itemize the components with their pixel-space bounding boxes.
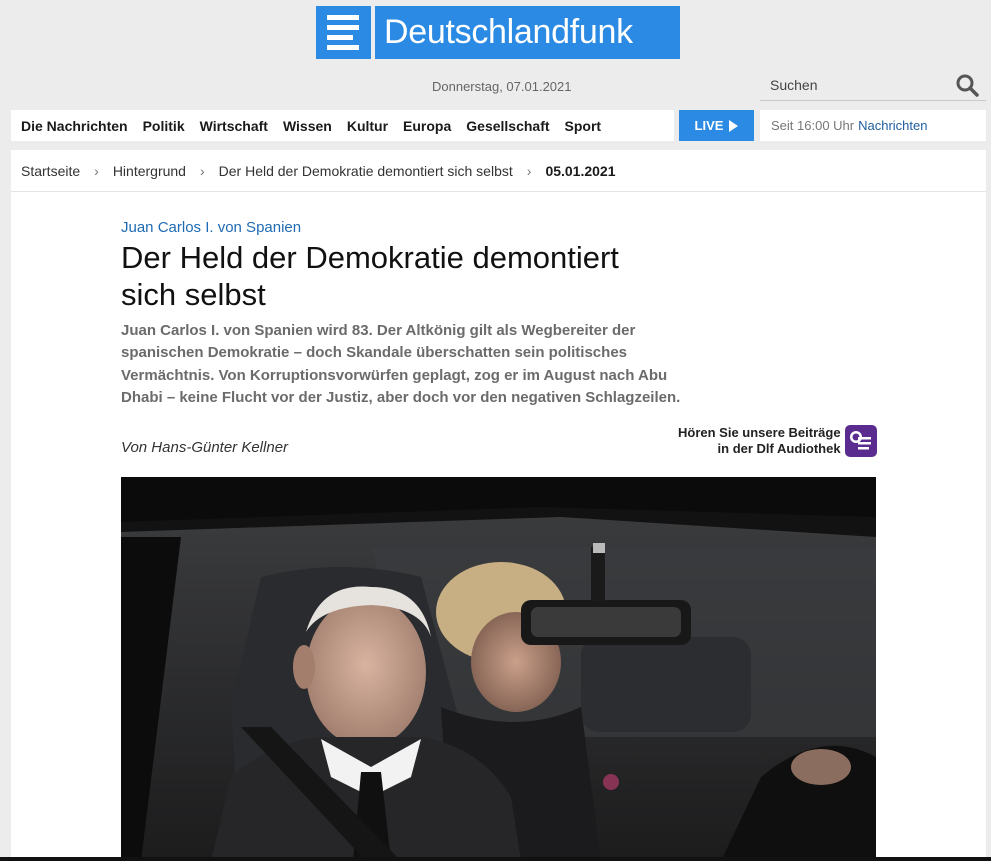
nav-item-gesellschaft[interactable]: Gesellschaft	[466, 118, 549, 134]
nav-item-nachrichten[interactable]: Die Nachrichten	[21, 118, 128, 134]
nav-item-sport[interactable]: Sport	[565, 118, 602, 134]
article-photo	[121, 477, 876, 861]
breadcrumb-item-startseite[interactable]: Startseite	[21, 163, 80, 179]
live-button[interactable]: LIVE	[679, 110, 754, 141]
nav-item-politik[interactable]: Politik	[143, 118, 185, 134]
article-photo-image	[121, 477, 876, 861]
audiothek-icon	[844, 425, 877, 457]
breadcrumb: Startseite › Hintergrund › Der Held der …	[11, 150, 986, 192]
live-program[interactable]: Nachrichten	[858, 118, 927, 133]
bottom-bar	[0, 857, 991, 861]
article-teaser: Juan Carlos I. von Spanien wird 83. Der …	[121, 322, 681, 406]
site-logo[interactable]: Deutschlandfunk	[316, 6, 680, 59]
audiothek-link[interactable]: Hören Sie unsere Beiträge in der Dlf Aud…	[678, 425, 877, 457]
search-box	[760, 70, 986, 101]
search-icon[interactable]	[954, 72, 980, 98]
breadcrumb-separator: ›	[526, 162, 532, 179]
live-label: LIVE	[694, 118, 724, 133]
article-author: Von Hans-Günter Kellner	[121, 439, 289, 456]
article-card: Startseite › Hintergrund › Der Held der …	[11, 150, 986, 861]
audiothek-line2: in der Dlf Audiothek	[717, 441, 841, 456]
breadcrumb-current-date: 05.01.2021	[545, 162, 616, 179]
current-date: Donnerstag, 07.01.2021	[432, 79, 572, 94]
breadcrumb-item-article[interactable]: Der Held der Demokratie demontiert sich …	[219, 163, 513, 179]
nav-item-wirtschaft[interactable]: Wirtschaft	[200, 118, 268, 134]
article-headline: Der Held der Demokratie demontiert sich …	[121, 240, 619, 312]
live-program-info[interactable]: Seit 16:00 Uhr Nachrichten	[760, 110, 986, 141]
play-icon	[729, 119, 739, 132]
logo-icon	[316, 6, 371, 59]
breadcrumb-separator: ›	[199, 162, 205, 179]
logo-text: Deutschlandfunk	[375, 6, 680, 59]
breadcrumb-separator: ›	[94, 162, 99, 179]
breadcrumb-item-hintergrund[interactable]: Hintergrund	[113, 163, 186, 179]
main-nav: Die Nachrichten Politik Wirtschaft Wisse…	[11, 110, 674, 141]
nav-item-kultur[interactable]: Kultur	[347, 118, 388, 134]
live-time: Seit 16:00 Uhr	[771, 118, 855, 133]
search-input[interactable]	[760, 77, 954, 93]
nav-item-europa[interactable]: Europa	[403, 118, 451, 134]
nav-item-wissen[interactable]: Wissen	[283, 118, 332, 134]
audiothek-text: Hören Sie unsere Beiträge in der Dlf Aud…	[678, 425, 841, 457]
audiothek-line1: Hören Sie unsere Beiträge	[678, 425, 841, 440]
article-kicker: Juan Carlos I. von Spanien	[121, 219, 302, 236]
